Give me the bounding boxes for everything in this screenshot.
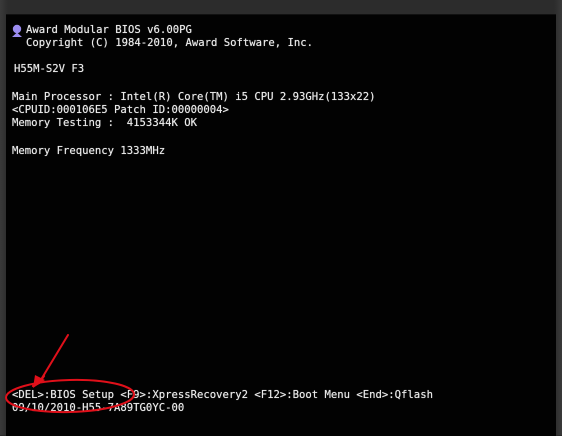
award-logo-icon bbox=[12, 24, 22, 37]
memory-testing-line: Memory Testing : 4153344K OK bbox=[12, 117, 197, 129]
cpuid-line: <CPUID:000106E5 Patch ID:00000004> bbox=[12, 104, 229, 116]
memory-frequency-line: Memory Frequency 1333MHz bbox=[12, 145, 166, 157]
bios-post-screen: Award Modular BIOS v6.00PG Copyright (C)… bbox=[6, 14, 556, 436]
hotkeys-line[interactable]: <DEL>:BIOS Setup <F9>:XpressRecovery2 <F… bbox=[12, 389, 433, 402]
board-model: H55M-S2V F3 bbox=[14, 63, 85, 75]
bios-vendor-line: Award Modular BIOS v6.00PG bbox=[26, 24, 192, 36]
bios-id-string: 09/10/2010-H55-7A89TG0YC-00 bbox=[12, 402, 185, 414]
monitor-frame: Award Modular BIOS v6.00PG Copyright (C)… bbox=[0, 0, 562, 436]
copyright-line: Copyright (C) 1984-2010, Award Software,… bbox=[26, 37, 314, 49]
processor-line: Main Processor : Intel(R) Core(TM) i5 CP… bbox=[12, 91, 376, 103]
